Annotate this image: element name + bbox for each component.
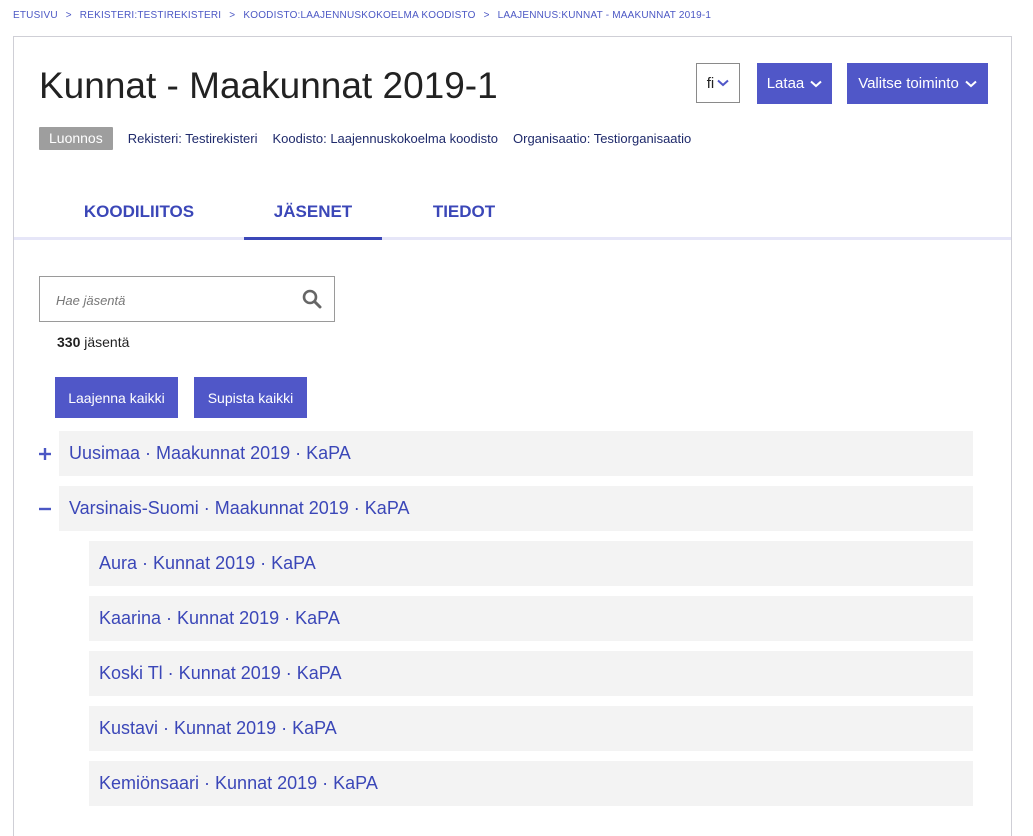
content-panel: Kunnat - Maakunnat 2019-1 fi Lataa Valit… <box>13 36 1012 836</box>
tab-bar: KOODILIITOS JÄSENET TIEDOT <box>14 197 1011 240</box>
tree-item-label: Kustavi · Kunnat 2019 · KaPA <box>99 718 337 738</box>
language-value: fi <box>706 74 715 92</box>
collapse-all-button[interactable]: Supista kaikki <box>194 377 307 418</box>
tree-item[interactable]: Varsinais-Suomi · Maakunnat 2019 · KaPA <box>59 486 973 531</box>
tree-item-label: Kaarina · Kunnat 2019 · KaPA <box>99 608 340 628</box>
breadcrumb-separator: > <box>483 10 490 21</box>
tree-item-label: Kemiönsaari · Kunnat 2019 · KaPA <box>99 773 378 793</box>
tree-child-item[interactable]: Kemiönsaari · Kunnat 2019 · KaPA <box>89 761 973 806</box>
tree-item[interactable]: Uusimaa · Maakunnat 2019 · KaPA <box>59 431 973 476</box>
collapse-minus-icon[interactable] <box>37 501 53 517</box>
download-button-label: Lataa <box>766 75 805 92</box>
meta-codelist: Koodisto: Laajennuskokoelma koodisto <box>272 131 498 146</box>
download-button[interactable]: Lataa <box>757 63 832 104</box>
search-icon[interactable] <box>302 289 322 309</box>
tree-item-label: Varsinais-Suomi · Maakunnat 2019 · KaPA <box>69 498 410 518</box>
member-count-label: jäsentä <box>84 334 130 350</box>
member-search <box>39 276 335 323</box>
search-input[interactable] <box>40 277 308 323</box>
breadcrumb-separator: > <box>65 10 72 21</box>
member-count: 330 jäsentä <box>57 334 129 350</box>
breadcrumb-codelist[interactable]: KOODISTO:LAAJENNUSKOKOELMA KOODISTO <box>243 10 475 21</box>
chevron-down-icon <box>965 80 977 87</box>
member-count-value: 330 <box>57 334 81 350</box>
page-title: Kunnat - Maakunnat 2019-1 <box>39 65 498 106</box>
expand-plus-icon[interactable] <box>37 446 53 462</box>
tab-jasenet[interactable]: JÄSENET <box>244 197 382 240</box>
tree-child-item[interactable]: Kaarina · Kunnat 2019 · KaPA <box>89 596 973 641</box>
breadcrumb: ETUSIVU > REKISTERI:TESTIREKISTERI > KOODIST… <box>13 10 711 21</box>
meta-bar: Luonnos Rekisteri: Testirekisteri Koodis… <box>39 127 691 150</box>
tab-tiedot[interactable]: TIEDOT <box>409 197 519 237</box>
chevron-down-icon <box>810 80 822 87</box>
tree-child-item[interactable]: Aura · Kunnat 2019 · KaPA <box>89 541 973 586</box>
chevron-down-icon <box>717 79 729 87</box>
select-action-button[interactable]: Valitse toiminto <box>847 63 988 104</box>
tab-koodiliitos[interactable]: KOODILIITOS <box>59 197 219 237</box>
breadcrumb-home[interactable]: ETUSIVU <box>13 10 58 21</box>
tree-item-label: Aura · Kunnat 2019 · KaPA <box>99 553 316 573</box>
meta-organization: Organisaatio: Testiorganisaatio <box>513 131 692 146</box>
breadcrumb-separator: > <box>229 10 236 21</box>
status-badge: Luonnos <box>39 127 113 150</box>
tree-child-item[interactable]: Kustavi · Kunnat 2019 · KaPA <box>89 706 973 751</box>
tree-child-item[interactable]: Koski Tl · Kunnat 2019 · KaPA <box>89 651 973 696</box>
breadcrumb-registry[interactable]: REKISTERI:TESTIREKISTERI <box>80 10 222 21</box>
breadcrumb-extension[interactable]: LAAJENNUS:KUNNAT - MAAKUNNAT 2019-1 <box>498 10 712 21</box>
tree-item-label: Koski Tl · Kunnat 2019 · KaPA <box>99 663 342 683</box>
expand-all-button[interactable]: Laajenna kaikki <box>55 377 178 418</box>
select-action-label: Valitse toiminto <box>858 75 959 92</box>
meta-registry: Rekisteri: Testirekisteri <box>127 131 258 146</box>
language-select[interactable]: fi <box>696 63 740 103</box>
tree-item-label: Uusimaa · Maakunnat 2019 · KaPA <box>69 443 351 463</box>
